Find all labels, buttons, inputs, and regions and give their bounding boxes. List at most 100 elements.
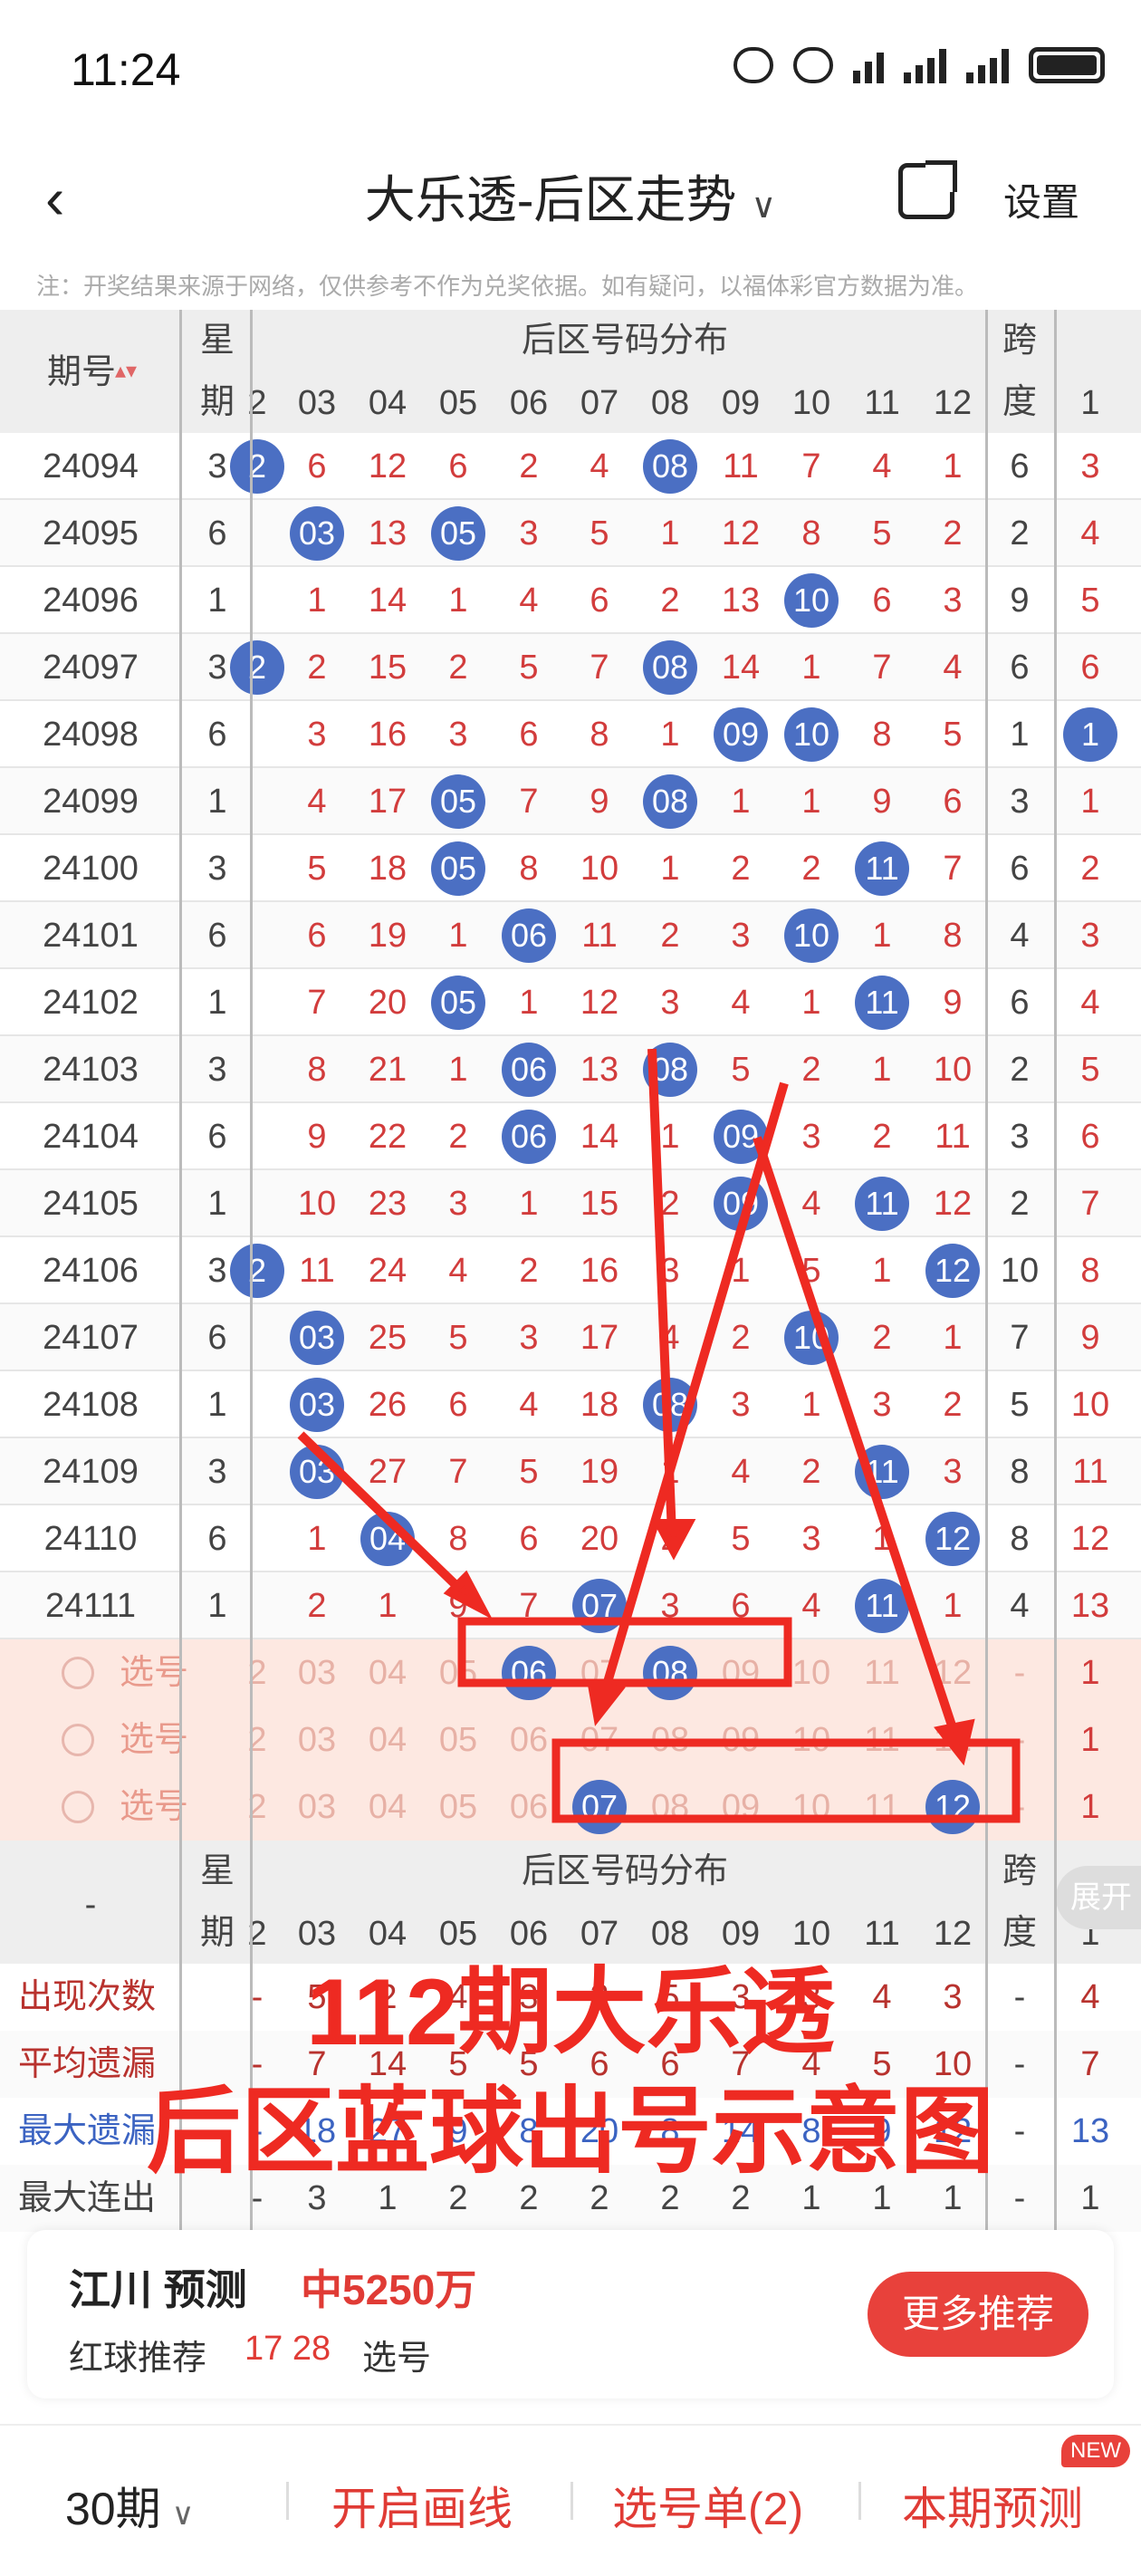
blue-ball: 10 xyxy=(784,573,839,628)
select-number: 10 xyxy=(791,1654,831,1692)
draw-line-button[interactable]: 开启画线 xyxy=(331,2473,513,2538)
issue-number: 24109 xyxy=(43,1453,139,1491)
omission-value: 1 xyxy=(660,1453,680,1491)
disclaimer-note: 注：开奖结果来源于网络，仅供参考不作为兑奖依据。如有疑问，以福体彩官方数据为准。 xyxy=(36,273,979,300)
omission-value: 4 xyxy=(660,1319,680,1357)
omission-value: 5 xyxy=(519,649,539,687)
footer-dash: - xyxy=(84,1886,97,1924)
omission-value: 6 xyxy=(731,1587,751,1625)
blue-ball: 03 xyxy=(290,1311,344,1365)
share-icon[interactable] xyxy=(898,160,957,219)
span-value: 9 xyxy=(1010,582,1030,620)
red-recommend-numbers: 17 28 xyxy=(244,2330,331,2368)
period-selector[interactable]: 30期 ∨ xyxy=(65,2473,195,2538)
omission-value: 1 xyxy=(801,649,821,687)
omission-value: 1 xyxy=(307,1520,327,1558)
span-value: 2 xyxy=(1010,1051,1030,1089)
span-value: 3 xyxy=(1010,1118,1030,1156)
blue-ball: 10 xyxy=(784,1311,839,1365)
omission-value: 1 xyxy=(660,1118,680,1156)
span-value: 4 xyxy=(1010,1587,1030,1625)
omission-value: 3 xyxy=(660,984,680,1022)
header-col-03: 03 xyxy=(297,384,337,422)
omission-value: 7 xyxy=(943,850,963,888)
omission-value: 2 xyxy=(660,582,680,620)
prediction-card[interactable]: 江川 预测 中5250万 红球推荐 17 28 选号 更多推荐 xyxy=(27,2230,1114,2398)
omission-value: 5 xyxy=(307,850,327,888)
expand-button[interactable]: 展开 xyxy=(1056,1866,1141,1929)
blue-ball: 09 xyxy=(714,1110,768,1164)
omission-value: 1 xyxy=(731,1252,751,1290)
blue-ball[interactable]: 06 xyxy=(502,1646,556,1700)
omission-value: 2 xyxy=(801,850,821,888)
more-recommend-button[interactable]: 更多推荐 xyxy=(868,2272,1088,2357)
omission-value: 1 xyxy=(378,1587,398,1625)
omission-value: 9 xyxy=(943,984,963,1022)
current-predict-button[interactable]: 本期预测 xyxy=(902,2473,1083,2538)
extra-value: 3 xyxy=(1080,917,1100,955)
header-col-12: 12 xyxy=(933,384,973,422)
divider xyxy=(286,2482,289,2520)
chevron-down-icon: ∨ xyxy=(751,187,777,226)
omission-value: 2 xyxy=(448,1118,468,1156)
blue-ball: 11 xyxy=(855,1445,909,1499)
omission-value xyxy=(222,1438,292,1505)
omission-value: 26 xyxy=(368,1386,408,1424)
omission-value: 11 xyxy=(299,1252,335,1290)
issue-number: 24104 xyxy=(43,1118,139,1156)
omission-value: 1 xyxy=(448,582,468,620)
extra-value: 1 xyxy=(1080,783,1100,821)
extra-value: 5 xyxy=(1080,1051,1100,1089)
omission-value: 14 xyxy=(368,582,408,620)
radio-icon[interactable] xyxy=(62,1791,94,1823)
chevron-down-icon: ∨ xyxy=(171,2497,195,2532)
omission-value: 1 xyxy=(307,582,327,620)
issue-number: 24108 xyxy=(43,1386,139,1424)
omission-value: 12 xyxy=(580,984,619,1022)
omission-value: 20 xyxy=(580,1520,619,1558)
settings-button[interactable]: 设置 xyxy=(1003,172,1079,227)
omission-value: 13 xyxy=(368,514,408,553)
omission-value: 5 xyxy=(872,514,892,553)
issue-number: 24103 xyxy=(43,1051,139,1089)
page-title[interactable]: 大乐透-后区走势 ∨ xyxy=(0,159,1141,233)
status-bar: 11:24 xyxy=(0,0,1141,136)
select-number: 04 xyxy=(368,1654,408,1692)
blue-ball[interactable]: 08 xyxy=(643,1646,697,1700)
blue-ball: 2 xyxy=(230,640,284,695)
omission-value: 1 xyxy=(943,447,963,485)
omission-value: 4 xyxy=(519,1386,539,1424)
header-span-2: 度 xyxy=(1002,383,1037,421)
blue-ball: 2 xyxy=(230,439,284,494)
omission-value: 1 xyxy=(801,1386,821,1424)
span-value: 1 xyxy=(1010,716,1030,754)
issue-number: 24101 xyxy=(43,917,139,955)
radio-icon[interactable] xyxy=(62,1657,94,1689)
select-number: 03 xyxy=(297,1788,337,1826)
omission-value: 6 xyxy=(448,447,468,485)
omission-value: 3 xyxy=(660,1587,680,1625)
omission-value: 2 xyxy=(307,1587,327,1625)
blue-ball[interactable]: 07 xyxy=(572,1780,627,1834)
blue-ball[interactable]: 12 xyxy=(925,1780,980,1834)
header-col-07: 07 xyxy=(580,384,619,422)
select-number: 11 xyxy=(864,1721,900,1759)
omission-value: 2 xyxy=(519,1252,539,1290)
omission-value: 1 xyxy=(801,984,821,1022)
sort-icon[interactable]: ▴▾ xyxy=(112,353,139,389)
header-span-1: 跨 xyxy=(1002,322,1037,360)
omission-value: 4 xyxy=(448,1252,468,1290)
omission-value: 1 xyxy=(943,1319,963,1357)
omission-value: 4 xyxy=(801,1587,821,1625)
span-value: - xyxy=(1013,1788,1026,1826)
omission-value: 1 xyxy=(872,1252,892,1290)
header-col-06: 06 xyxy=(509,384,549,422)
radio-icon[interactable] xyxy=(62,1724,94,1756)
select-number: 04 xyxy=(368,1721,408,1759)
blue-ball: 07 xyxy=(572,1579,627,1633)
selection-list-button[interactable]: 选号单(2) xyxy=(612,2473,803,2538)
status-icons xyxy=(734,47,1105,83)
omission-value: 3 xyxy=(660,1252,680,1290)
omission-value: 6 xyxy=(307,917,327,955)
omission-value: 11 xyxy=(723,447,759,485)
